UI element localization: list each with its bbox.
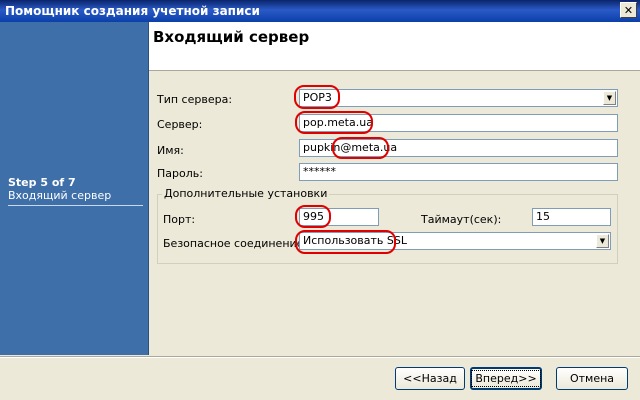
server-type-label: Тип сервера:	[157, 93, 233, 106]
title-bar: Помощник создания учетной записи ✕	[0, 0, 640, 22]
advanced-settings-group: Дополнительные установки	[157, 187, 618, 264]
window-title: Помощник создания учетной записи	[5, 4, 260, 18]
divider	[0, 357, 640, 358]
advanced-settings-legend: Дополнительные установки	[162, 187, 330, 200]
server-value: pop.meta.ua	[303, 116, 373, 129]
wizard-sidebar: Step 5 of 7 Входящий сервер	[0, 22, 149, 355]
page-title: Входящий сервер	[153, 28, 310, 46]
secure-connection-select[interactable]: Использовать SSL ▼	[299, 232, 611, 250]
password-label: Пароль:	[157, 167, 203, 180]
page-header: Входящий сервер	[149, 22, 640, 71]
password-value: ******	[303, 165, 336, 178]
next-button-label: Вперед>>	[471, 370, 541, 387]
server-label: Сервер:	[157, 118, 203, 131]
chevron-down-icon[interactable]: ▼	[596, 234, 609, 248]
cancel-button[interactable]: Отмена	[556, 367, 628, 390]
port-value: 995	[303, 210, 324, 223]
next-button[interactable]: Вперед>>	[470, 367, 542, 390]
password-input[interactable]: ******	[299, 163, 618, 181]
close-icon[interactable]: ✕	[620, 2, 637, 18]
server-type-select[interactable]: POP3 ▼	[299, 89, 618, 107]
step-counter: Step 5 of 7	[8, 176, 76, 189]
step-divider	[8, 205, 143, 206]
server-form: Тип сервера: POP3 ▼ Сервер: pop.meta.ua …	[149, 71, 640, 355]
timeout-value: 15	[536, 210, 550, 223]
server-input[interactable]: pop.meta.ua	[299, 114, 618, 132]
secure-connection-label: Безопасное соединение	[163, 237, 304, 250]
name-label: Имя:	[157, 144, 184, 157]
name-value: pupkin@meta.ua	[303, 141, 398, 154]
server-type-value: POP3	[303, 91, 332, 104]
timeout-input[interactable]: 15	[532, 208, 611, 226]
timeout-label: Таймаут(сек):	[421, 213, 502, 226]
back-button[interactable]: <<Назад	[395, 367, 465, 390]
step-name: Входящий сервер	[8, 189, 112, 202]
port-input[interactable]: 995	[299, 208, 379, 226]
secure-connection-value: Использовать SSL	[303, 234, 407, 247]
port-label: Порт:	[163, 213, 196, 226]
name-input[interactable]: pupkin@meta.ua	[299, 139, 618, 157]
chevron-down-icon[interactable]: ▼	[603, 91, 616, 105]
